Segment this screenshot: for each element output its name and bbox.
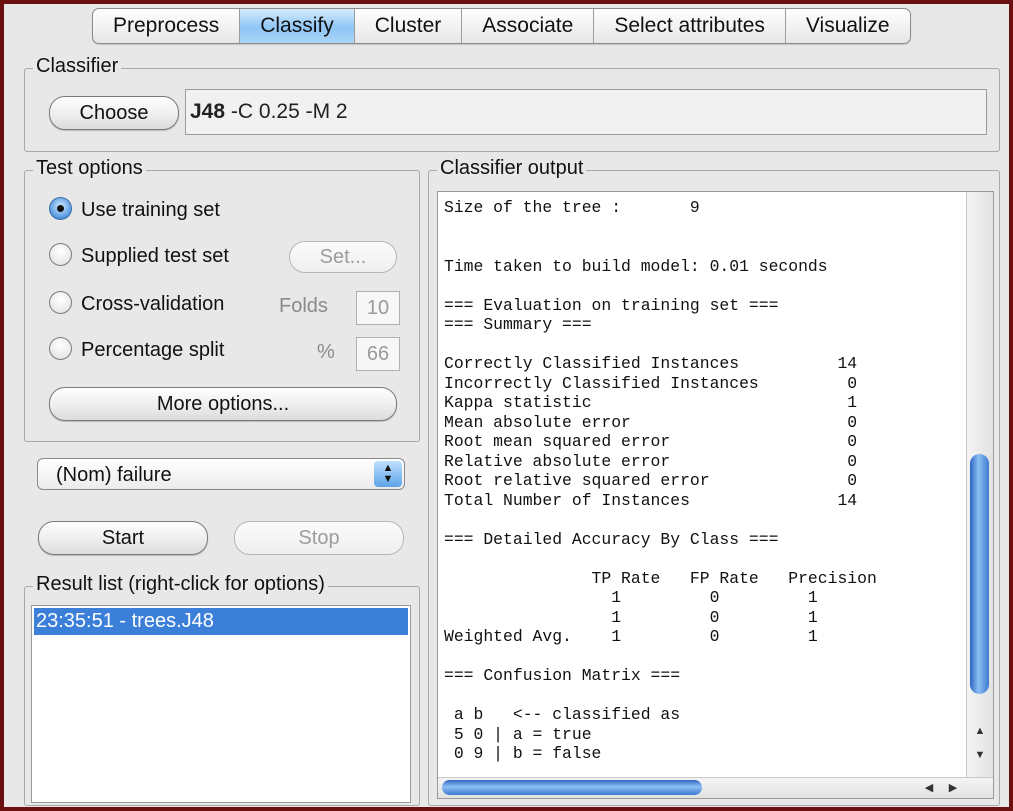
radio-percentage-split[interactable]: Percentage split — [49, 337, 225, 367]
tab-associate[interactable]: Associate — [461, 9, 593, 43]
choose-button[interactable]: Choose — [49, 96, 179, 130]
tab-preprocess[interactable]: Preprocess — [93, 9, 239, 43]
output-line: === Summary === — [444, 315, 592, 334]
cross-validation-label: Cross-validation — [81, 293, 225, 315]
classifier-output-text: Size of the tree : 9 Time taken to build… — [444, 198, 877, 764]
output-line: Root mean squared error 0 — [444, 432, 858, 451]
output-line: Mean absolute error 0 — [444, 412, 858, 432]
output-line: 5 0 | a = true — [453, 724, 592, 744]
class-attribute-select[interactable]: (Nom) failure ▲ ▼ — [37, 458, 405, 490]
vertical-scroll-thumb[interactable] — [970, 454, 989, 694]
vertical-scrollbar[interactable]: ▲ ▼ — [966, 192, 993, 778]
output-line: === Confusion Matrix === — [444, 666, 681, 685]
radio-unselected-icon — [49, 291, 72, 315]
test-options-group: Test options Use training set Supplied t… — [24, 157, 420, 442]
radio-selected-icon — [49, 197, 72, 221]
output-line: 0 9 | b = false — [453, 744, 602, 763]
set-button[interactable]: Set... — [289, 241, 397, 273]
test-options-title: Test options — [33, 157, 146, 180]
triangle-down-icon[interactable]: ▼ — [967, 746, 993, 764]
radio-use-training-set[interactable]: Use training set — [49, 197, 220, 227]
output-line: TP Rate FP Rate Precision — [591, 568, 877, 588]
output-line: Weighted Avg. 1 0 1 — [444, 627, 818, 646]
output-line: Root relative squared error 0 — [444, 471, 858, 490]
up-down-chevron-icon: ▲ ▼ — [374, 461, 402, 487]
triangle-up-icon[interactable]: ▲ — [967, 722, 993, 740]
tab-classify[interactable]: Classify — [239, 9, 354, 43]
weka-explorer-window: Preprocess Classify Cluster Associate Se… — [4, 4, 1009, 807]
classifier-name: J48 — [190, 100, 226, 123]
output-line: === Detailed Accuracy By Class === — [444, 529, 779, 549]
output-line: a b <-- classified as — [453, 705, 681, 724]
classifier-group: Classifier Choose J48 -C 0.25 -M 2 — [24, 55, 1000, 152]
output-line: Size of the tree : 9 — [444, 198, 700, 217]
tab-bar: Preprocess Classify Cluster Associate Se… — [92, 8, 911, 44]
start-button[interactable]: Start — [38, 521, 208, 555]
radio-unselected-icon — [49, 243, 72, 267]
result-list-group: Result list (right-click for options) 23… — [24, 573, 420, 806]
output-line: Time taken to build model: 0.01 seconds — [444, 256, 828, 276]
percent-label: % — [317, 341, 335, 363]
classifier-options: -C 0.25 -M 2 — [230, 100, 348, 123]
classifier-group-title: Classifier — [33, 55, 122, 78]
radio-supplied-test-set[interactable]: Supplied test set — [49, 243, 229, 273]
output-line: Correctly Classified Instances 14 — [444, 354, 858, 373]
more-options-button[interactable]: More options... — [49, 387, 397, 421]
tab-select-attributes[interactable]: Select attributes — [593, 9, 785, 43]
result-list-title: Result list (right-click for options) — [33, 573, 328, 596]
classifier-config-field[interactable]: J48 -C 0.25 -M 2 — [185, 89, 987, 135]
tab-visualize[interactable]: Visualize — [784, 9, 910, 43]
percentage-split-label: Percentage split — [81, 339, 225, 361]
output-line: Total Number of Instances 14 — [444, 490, 858, 510]
triangle-left-icon[interactable]: ◀ — [918, 778, 940, 798]
class-attribute-value: (Nom) failure — [56, 464, 172, 486]
result-list-item[interactable]: 23:35:51 - trees.J48 — [34, 608, 408, 635]
use-training-set-label: Use training set — [81, 199, 220, 221]
stop-button[interactable]: Stop — [234, 521, 404, 555]
classifier-output-title: Classifier output — [437, 157, 587, 180]
folds-input[interactable]: 10 — [356, 291, 400, 325]
output-line: 1 0 1 — [611, 607, 818, 627]
classifier-output-textarea[interactable]: Size of the tree : 9 Time taken to build… — [437, 191, 994, 799]
output-line: Kappa statistic 1 — [444, 393, 858, 412]
classifier-output-group: Classifier output Size of the tree : 9 T… — [428, 157, 1000, 806]
triangle-right-icon[interactable]: ▶ — [942, 778, 964, 798]
radio-unselected-icon — [49, 337, 72, 361]
supplied-test-set-label: Supplied test set — [81, 245, 229, 267]
tab-cluster[interactable]: Cluster — [353, 9, 462, 43]
output-line: Incorrectly Classified Instances 0 — [444, 373, 858, 393]
percent-input[interactable]: 66 — [356, 337, 400, 371]
output-line: 1 0 1 — [611, 588, 818, 607]
horizontal-scroll-thumb[interactable] — [442, 780, 702, 795]
horizontal-scrollbar[interactable]: ◀ ▶ — [438, 777, 993, 798]
result-list[interactable]: 23:35:51 - trees.J48 — [31, 605, 411, 803]
output-line: === Evaluation on training set === — [444, 295, 779, 315]
output-line: Relative absolute error 0 — [444, 451, 858, 471]
folds-label: Folds — [279, 295, 328, 317]
radio-cross-validation[interactable]: Cross-validation — [49, 291, 225, 321]
